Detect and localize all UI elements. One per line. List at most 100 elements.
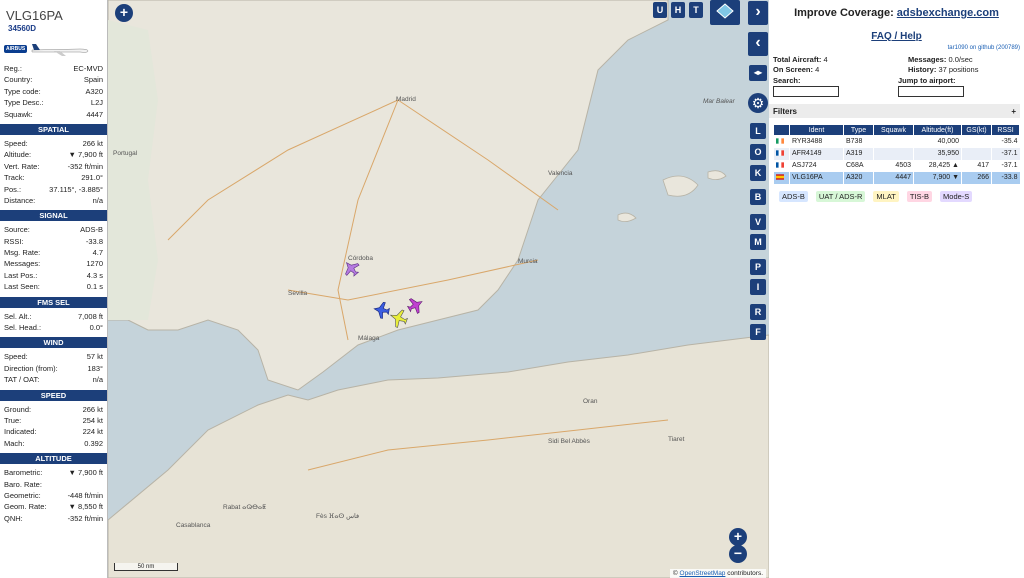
airline-logo: AIRBUS: [4, 39, 96, 59]
track-label: Track:: [4, 173, 25, 183]
map-view[interactable]: Madrid Portugal Sevilla Málaga Murcia Va…: [108, 0, 769, 578]
adsbexchange-link[interactable]: adsbexchange.com: [897, 7, 999, 19]
lastseen-value: 0.1 s: [86, 282, 103, 292]
side-button-i[interactable]: I: [750, 279, 766, 295]
vrate-value: -352 ft/min: [67, 161, 103, 171]
t-button[interactable]: T: [689, 2, 703, 18]
zoom-in-top-button[interactable]: +: [115, 4, 133, 22]
baro-label: Barometric:: [4, 468, 43, 478]
place-label-portugal: Portugal: [113, 150, 138, 157]
flag-icon: [776, 150, 784, 156]
openstreetmap-link[interactable]: OpenStreetMap: [680, 570, 726, 577]
table-row[interactable]: VLG16PA A320 4447 7,900 ▼ 266 -33.8: [773, 171, 1020, 184]
altitude-label: Altitude:: [4, 150, 32, 160]
aircraft-table: Ident Type Squawk Altitude(ft) GS(kt) RSSI RY…: [773, 124, 1020, 184]
wind-speed-row: Speed: 57 kt: [0, 351, 107, 362]
table-header: Ident Type Squawk Altitude(ft) GS(kt) RSSI: [773, 124, 1020, 136]
zoom-out-button[interactable]: −: [729, 545, 747, 563]
history-value: 37 positions: [938, 65, 979, 74]
jump-airport-input[interactable]: [898, 86, 964, 97]
cell-rssi: -35.4: [991, 135, 1020, 148]
wind-dir-label: Direction (from):: [4, 363, 58, 373]
legend-adsb[interactable]: ADS-B: [779, 190, 808, 202]
column-header-rssi[interactable]: RSSI: [991, 124, 1020, 136]
tat-value: n/a: [92, 375, 103, 385]
typecode-value: A320: [85, 86, 103, 96]
side-button-p[interactable]: P: [750, 259, 766, 275]
messages-rate: Messages: 0.0/sec: [908, 55, 1024, 64]
wind-speed-value: 57 kt: [86, 352, 103, 362]
column-header-altitudeft[interactable]: Altitude(ft): [913, 124, 962, 136]
country-value: Spain: [83, 75, 103, 85]
version-link[interactable]: tar1090 on github (200789): [769, 42, 1024, 51]
signal-header: SIGNAL: [0, 210, 107, 222]
place-label-sidi: Sidi Bel Abbès: [548, 438, 590, 445]
geomrate-value: ▼ 8,550 ft: [68, 502, 103, 512]
side-button-r[interactable]: R: [750, 304, 766, 320]
cell-rssi: -37.1: [991, 147, 1020, 160]
jump-group: Jump to airport:: [898, 76, 1023, 97]
typecode-row: Type code: A320: [0, 86, 107, 97]
source-legend: ADS-B UAT / ADS-R MLAT TIS-B Mode-S: [769, 184, 1024, 202]
messages-rate-value: 0.0/sec: [948, 55, 973, 64]
collapse-panel-button[interactable]: ›: [748, 1, 768, 25]
legend-tisb[interactable]: TIS-B: [906, 190, 933, 202]
column-header-squawk[interactable]: Squawk: [873, 124, 914, 136]
column-header-gskt[interactable]: GS(kt): [961, 124, 992, 136]
back-button[interactable]: ‹: [748, 32, 768, 56]
table-row[interactable]: AFR4149 A319 35,950 -37.1: [773, 147, 1020, 160]
side-button-v[interactable]: V: [750, 214, 766, 230]
legend-modes[interactable]: Mode-S: [940, 190, 973, 202]
search-input[interactable]: [773, 86, 839, 97]
selected-callsign: VLG16PA: [6, 8, 63, 23]
tat-label: TAT / OAT:: [4, 375, 40, 385]
reg-label: Reg.:: [4, 64, 22, 73]
country-row: Country: Spain: [0, 74, 107, 85]
selhead-label: Sel. Head.:: [4, 323, 42, 333]
layers-button[interactable]: [710, 0, 740, 25]
rssi-row: RSSI: -33.8: [0, 236, 107, 247]
flag-icon: [776, 138, 784, 145]
track-value: 291.0°: [81, 173, 103, 183]
table-row[interactable]: ASJ724 C68A 4503 28,425 ▲ 417 -37.1: [773, 159, 1020, 172]
side-button-b[interactable]: B: [750, 189, 766, 205]
distance-label: Distance:: [4, 195, 36, 205]
flag-icon: [776, 174, 784, 180]
distance-row: Distance: n/a: [0, 195, 107, 206]
cell-alt: 7,900 ▼: [913, 171, 962, 184]
table-row[interactable]: RYR3488 B738 40,000 -35.4: [773, 135, 1020, 148]
filters-expand-icon[interactable]: +: [1011, 107, 1016, 116]
geom-label: Geometric:: [4, 490, 41, 500]
side-button-k[interactable]: K: [750, 165, 766, 181]
messages-value: 1270: [86, 259, 103, 269]
side-button-o[interactable]: O: [750, 144, 766, 160]
wind-header: WIND: [0, 337, 107, 349]
u-button[interactable]: U: [653, 2, 667, 18]
legend-mlat[interactable]: MLAT: [873, 190, 899, 202]
place-label-malaga: Málaga: [358, 335, 380, 342]
place-label-valencia: Valencia: [548, 170, 573, 177]
zoom-in-button[interactable]: +: [729, 528, 747, 546]
source-label: Source:: [4, 225, 30, 235]
column-header-ident[interactable]: Ident: [789, 124, 844, 136]
filters-bar[interactable]: Filters +: [769, 104, 1020, 118]
geom-value: -448 ft/min: [67, 490, 103, 500]
aircraft-info-panel: VLG16PA 34560D AIRBUS Reg.: EC-MVD Countr…: [0, 0, 108, 578]
selected-hex: 34560D: [8, 24, 37, 33]
settings-button[interactable]: ⚙: [748, 93, 768, 113]
squawk-label: Squawk:: [4, 109, 33, 119]
side-button-f[interactable]: F: [750, 324, 766, 340]
messages-row: Messages: 1270: [0, 258, 107, 269]
cell-gs: 266: [961, 171, 992, 184]
expand-button[interactable]: ◂▸: [749, 65, 767, 81]
legend-uatadsr[interactable]: UAT / ADS-R: [815, 190, 866, 202]
qnh-value: -352 ft/min: [67, 513, 103, 523]
h-button[interactable]: H: [671, 2, 685, 18]
side-button-l[interactable]: L: [750, 123, 766, 139]
faq-link[interactable]: FAQ / Help: [769, 19, 1024, 42]
side-button-m[interactable]: M: [750, 234, 766, 250]
app-window: VLG16PA 34560D AIRBUS Reg.: EC-MVD Countr…: [0, 0, 1024, 578]
cell-ident: RYR3488: [789, 135, 844, 148]
column-header-type[interactable]: Type: [843, 124, 874, 136]
source-value: ADS-B: [80, 225, 103, 235]
